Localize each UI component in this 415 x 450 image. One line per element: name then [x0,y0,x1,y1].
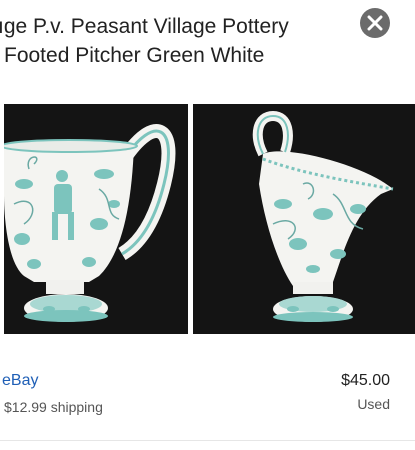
seller-source-link[interactable]: eBay [2,372,38,390]
shipping-cost: $12.99 shipping [4,399,103,415]
divider [0,440,415,441]
listing-title-line-1: ıge P.v. Peasant Village Pottery [0,15,289,38]
product-image-side[interactable] [193,104,415,334]
product-image-front[interactable] [4,104,188,334]
close-button[interactable] [360,8,390,38]
close-icon [367,15,383,31]
listing-title: ıge P.v. Peasant Village Pottery Footed … [0,12,353,70]
listing-title-line-2: Footed Pitcher Green White [4,44,265,67]
item-condition: Used [357,396,390,412]
item-price: $45.00 [341,372,390,389]
